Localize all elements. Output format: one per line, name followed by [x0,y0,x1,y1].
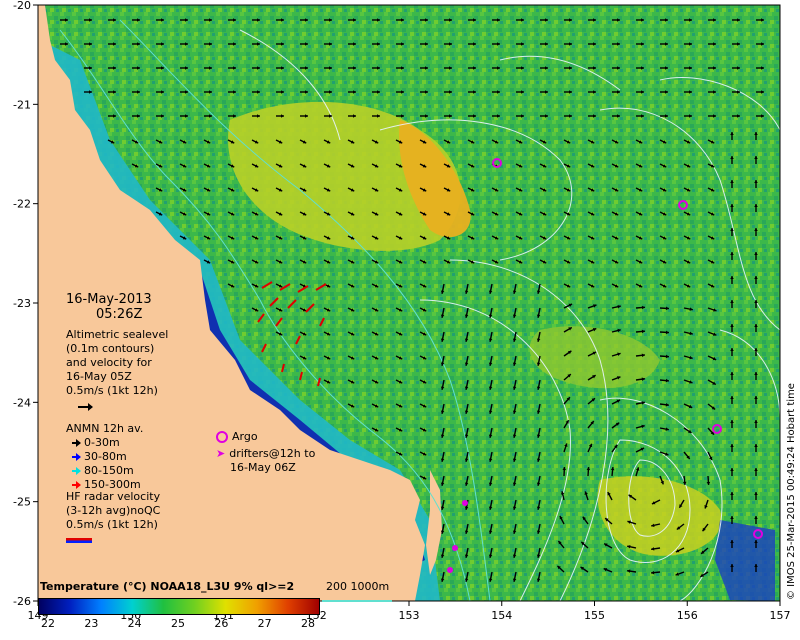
colorbar [38,598,320,615]
drifters-legend: ➤ drifters@12h to 16-May 06Z [216,447,315,475]
colorbar-tick-label: 27 [257,617,272,630]
cyan-arrow-icon [72,467,81,475]
time-label: 05:26Z [96,307,143,322]
y-tick-label: -24 [13,396,31,409]
hf-radar-legend: HF radar velocity (3-12h avg)noQC 0.5m/s… [66,490,161,543]
anmn-legend: ANMN 12h av. 0-30m 30-80m 80-150m 150-30… [66,422,143,492]
hf-line-2: (3-12h avg)noQC [66,504,161,517]
date-label: 16-May-2013 [66,292,152,307]
y-tick-label: -26 [13,595,31,608]
credit-text: © IMOS 25-Mar-2015 00:49:24 Hobart time [786,383,797,600]
colorbar-tick-label: 28 [301,617,315,630]
altimetry-legend: Altimetric sealevel (0.1m contours) and … [66,328,169,411]
altimetry-line-2: (0.1m contours) [66,342,155,355]
x-tick-label: 157 [770,609,791,622]
y-tick-label: -23 [13,297,31,310]
blue-arrow-icon [72,453,81,461]
argo-label: Argo [232,430,258,443]
black-arrow-icon [78,403,93,411]
colorbar-tick-label: 26 [214,617,229,630]
red-arrow-icon [72,481,81,489]
anmn-label-2: 80-150m [84,464,134,477]
colorbar-title: Temperature (°C) NOAA18_L3U 9% ql>=2 [40,580,295,593]
anmn-label-1: 30-80m [84,450,127,463]
argo-circle-icon [216,431,228,443]
argo-legend: Argo [216,430,258,444]
x-tick-label: 153 [399,609,420,622]
y-axis: -20 -21 -22 -23 -24 -25 -26 [13,0,38,608]
hf-red-blue-arrow-icon [66,538,92,543]
colorbar-ticks: 22 23 24 25 26 27 28 [38,617,318,631]
anmn-label-0: 0-30m [84,436,120,449]
altimetry-line-4: 16-May 05Z [66,370,132,383]
anmn-item-2: 80-150m [66,464,143,478]
y-tick-label: -25 [13,496,31,509]
y-tick-label: -22 [13,198,31,211]
altimetry-line-5: 0.5m/s (1kt 12h) [66,384,158,397]
x-tick-label: 154 [491,609,512,622]
altimetry-scale-arrow-row [66,398,168,411]
drifters-line-2: 16-May 06Z [230,461,296,474]
isobath-legend-label: 200 1000m [326,580,390,593]
anmn-item-0: 0-30m [66,436,143,450]
altimetry-line-1: Altimetric sealevel [66,328,169,341]
x-tick-label: 156 [677,609,698,622]
y-tick-label: -20 [13,0,31,12]
altimetry-line-3: and velocity for [66,356,152,369]
y-tick-label: -21 [13,98,31,111]
colorbar-tick-label: 25 [171,617,185,630]
colorbar-tick-label: 22 [41,617,55,630]
hf-line-3: 0.5m/s (1kt 12h) [66,518,158,531]
colorbar-tick-label: 24 [127,617,142,630]
black-arrow-icon [72,439,81,447]
hf-arrow-row [66,532,160,543]
drifter-arrow-icon: ➤ [216,447,226,460]
colorbar-tick-label: 23 [84,617,99,630]
x-tick-label: 155 [584,609,605,622]
anmn-item-1: 30-80m [66,450,143,464]
anmn-title: ANMN 12h av. [66,422,144,435]
hf-line-1: HF radar velocity [66,490,161,503]
drifters-line-1: drifters@12h to [229,447,316,460]
